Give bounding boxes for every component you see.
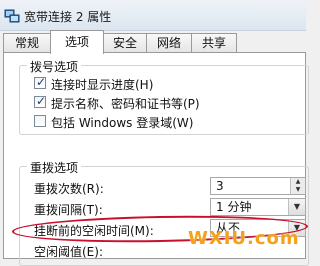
spin-up-icon[interactable]: ▲ (291, 178, 305, 186)
redial-interval-value: 1 分钟 (216, 200, 252, 214)
redial-attempts-spinner[interactable]: 3 ▲ ▼ (210, 177, 306, 195)
tab-general[interactable]: 常规 (3, 33, 51, 53)
watermark: WXIU.com (188, 228, 300, 249)
network-connection-icon (4, 9, 20, 23)
tab-sharing[interactable]: 共享 (191, 33, 237, 53)
window-title: 宽带连接 2 属性 (24, 10, 112, 24)
title-bar: 宽带连接 2 属性 (0, 0, 306, 31)
dial-options-legend: 拨号选项 (27, 58, 82, 75)
spin-down-icon[interactable]: ▼ (291, 186, 305, 194)
checkmark-icon: ✓ (36, 94, 47, 108)
redial-interval-select[interactable]: 1 分钟 ▼ (210, 198, 306, 216)
checkmark-icon: ✓ (36, 75, 47, 89)
checkbox-box[interactable] (34, 115, 46, 127)
prompt-credentials-label: 提示名称、密码和证书等(P) (51, 97, 200, 111)
chevron-down-icon[interactable]: ▼ (288, 199, 305, 215)
idle-threshold-label: 空闲阈值(E): (34, 245, 103, 259)
tab-security[interactable]: 安全 (103, 33, 147, 53)
redial-interval-label: 重拨间隔(T): (34, 203, 103, 217)
spinner-buttons[interactable]: ▲ ▼ (290, 178, 305, 194)
redial-attempts-label: 重拨次数(R): (34, 182, 104, 196)
include-logon-domain-label: 包括 Windows 登录域(W) (51, 116, 194, 130)
show-progress-label: 连接时显示进度(H) (51, 78, 154, 92)
tab-networking[interactable]: 网络 (146, 33, 192, 53)
redial-options-legend: 重拨选项 (27, 159, 82, 176)
checkbox-box[interactable]: ✓ (34, 75, 47, 89)
tab-strip: 常规 选项 安全 网络 共享 (0, 30, 306, 54)
checkbox-box[interactable]: ✓ (34, 94, 47, 108)
redial-attempts-value: 3 (216, 179, 224, 193)
tab-options[interactable]: 选项 (50, 30, 104, 54)
